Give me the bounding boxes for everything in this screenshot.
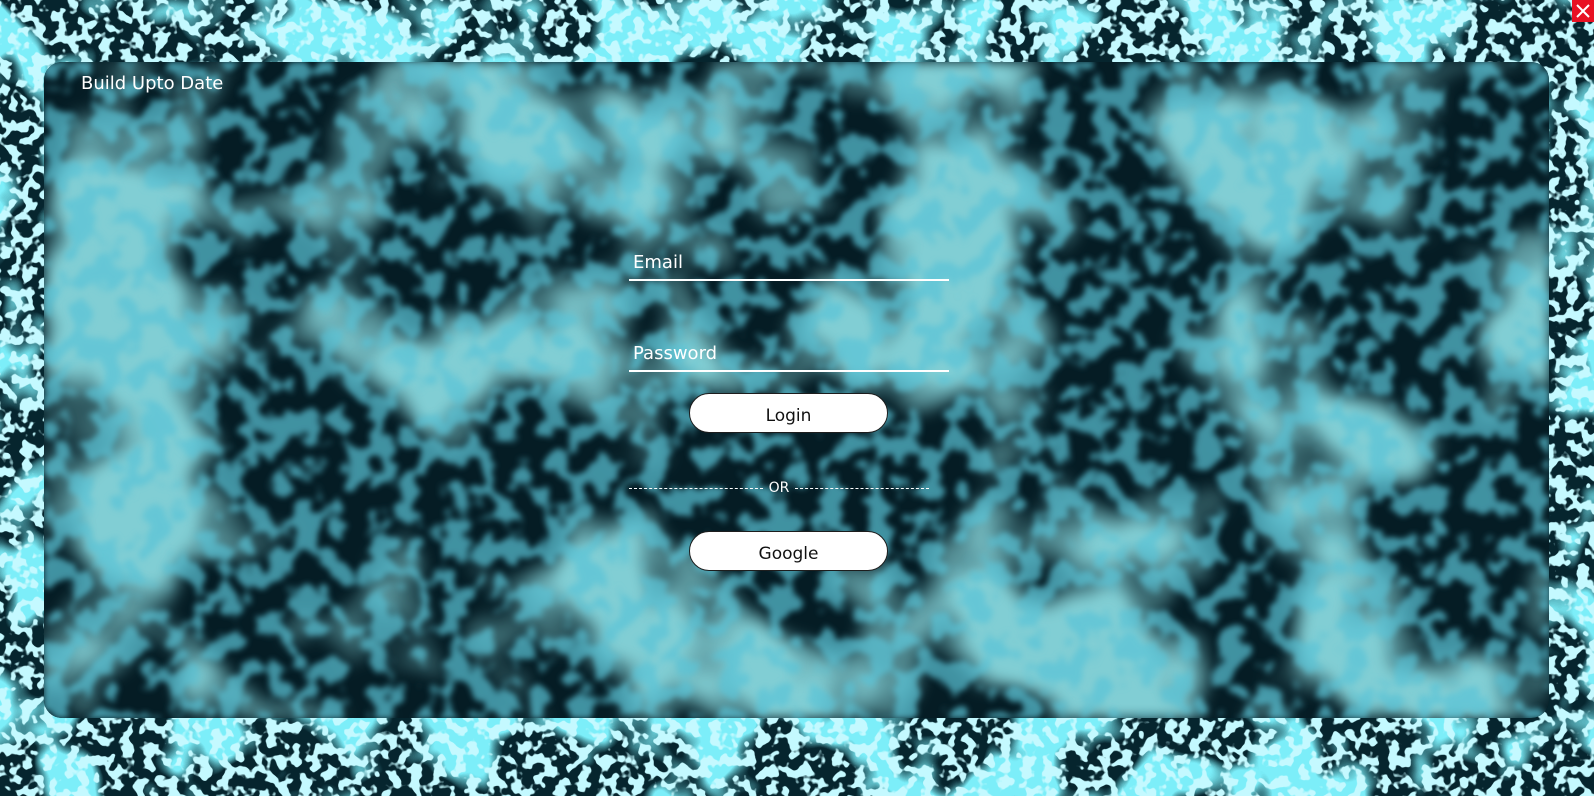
or-divider: OR bbox=[629, 480, 929, 496]
google-login-button[interactable]: Google bbox=[689, 531, 888, 571]
login-button[interactable]: Login bbox=[689, 393, 888, 433]
divider-text: OR bbox=[768, 480, 790, 496]
app-title: Build Upto Date bbox=[81, 73, 224, 94]
email-field[interactable] bbox=[629, 245, 949, 281]
divider-line-left bbox=[629, 487, 763, 489]
login-form: Login OR Google bbox=[629, 62, 951, 718]
close-window-button[interactable] bbox=[1572, 0, 1594, 22]
divider-line-right bbox=[795, 487, 929, 489]
password-field[interactable] bbox=[629, 336, 949, 372]
close-icon bbox=[1572, 0, 1594, 22]
login-panel: Build Upto Date Login OR Google bbox=[44, 62, 1549, 718]
